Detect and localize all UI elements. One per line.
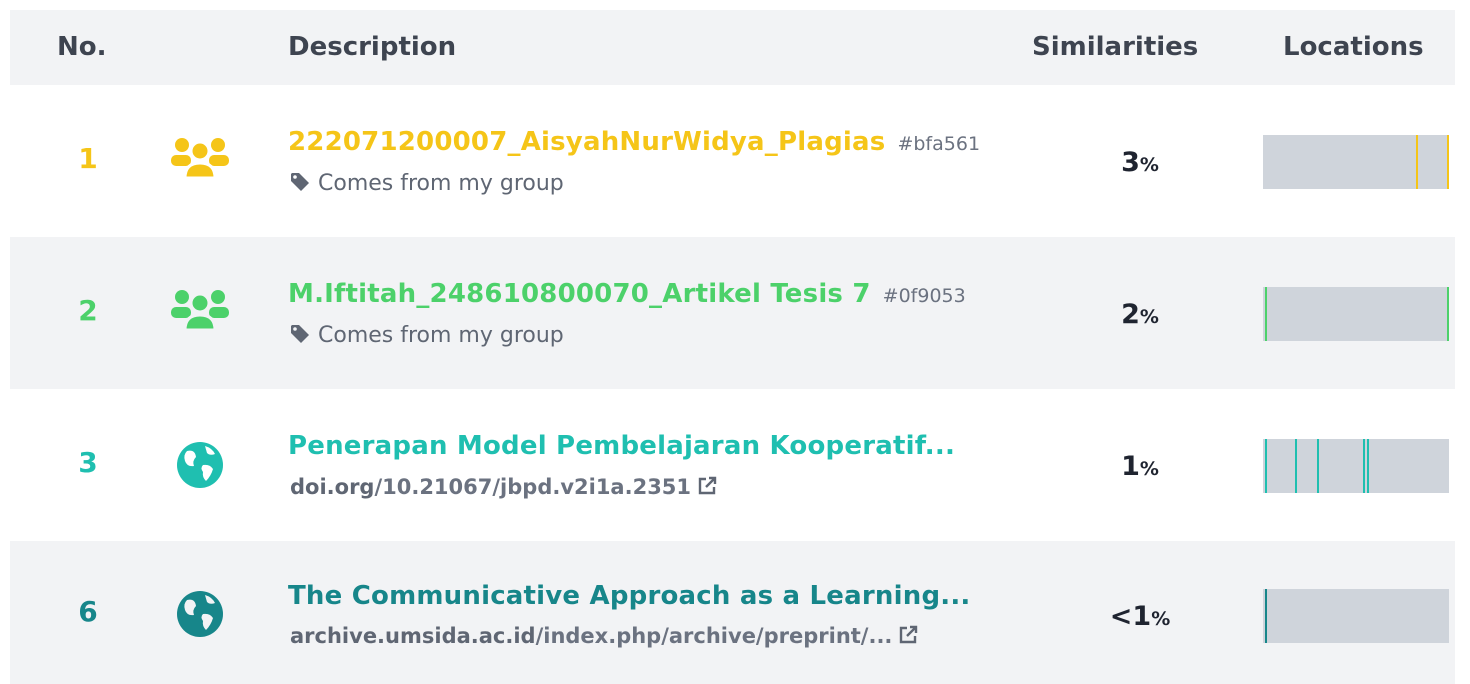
row-number: 6	[78, 595, 98, 628]
location-mark[interactable]	[1416, 135, 1418, 189]
location-mark[interactable]	[1317, 439, 1319, 493]
location-mark[interactable]	[1447, 135, 1449, 189]
row-number: 2	[78, 294, 98, 327]
location-mark[interactable]	[1265, 439, 1267, 493]
similarity-number: 3	[1121, 147, 1140, 178]
source-title-link[interactable]: Penerapan Model Pembelajaran Kooperatif.…	[288, 431, 955, 461]
table-row[interactable]: 1 222071200007_AisyahNurWidya_Plagias #bf…	[10, 85, 1455, 237]
external-link-icon[interactable]	[697, 476, 717, 496]
source-title-link[interactable]: 222071200007_AisyahNurWidya_Plagias #bfa5…	[288, 127, 980, 157]
table-row[interactable]: 6 The Communicative Approach as a Learni…	[10, 541, 1455, 684]
tag-icon	[291, 325, 309, 343]
group-icon	[165, 133, 235, 193]
row-number: 3	[78, 446, 98, 479]
similarity-value: 1%	[1050, 451, 1230, 482]
header-description: Description	[288, 32, 457, 62]
row-number: 1	[78, 142, 98, 175]
location-mark[interactable]	[1367, 439, 1369, 493]
globe-icon	[165, 437, 235, 497]
location-bar[interactable]	[1263, 439, 1449, 493]
percent-sign: %	[1139, 458, 1159, 480]
group-icon	[165, 285, 235, 345]
location-mark[interactable]	[1265, 589, 1267, 643]
url-path[interactable]: /index.php/archive/preprint/...	[536, 624, 893, 648]
origin-label: Comes from my group	[318, 323, 564, 348]
url-domain[interactable]: doi.org	[290, 475, 374, 499]
location-mark[interactable]	[1295, 439, 1297, 493]
tag-icon	[291, 173, 309, 191]
percent-sign: %	[1151, 608, 1171, 630]
source-hash: #bfa561	[897, 133, 981, 155]
header-similarities: Similarities	[1032, 32, 1199, 62]
external-link-icon[interactable]	[898, 625, 918, 645]
similarity-number: 2	[1121, 299, 1140, 330]
similarity-number: 1	[1121, 451, 1140, 482]
similarity-number: <1	[1109, 601, 1152, 632]
table-header: No. Description Similarities Locations	[10, 10, 1455, 85]
location-bar[interactable]	[1263, 135, 1449, 189]
origin-label: Comes from my group	[318, 171, 564, 196]
url-path[interactable]: /10.21067/jbpd.v2i1a.2351	[374, 475, 691, 499]
source-origin: Comes from my group	[290, 171, 564, 196]
table-row[interactable]: 3 Penerapan Model Pembelajaran Kooperati…	[10, 389, 1455, 541]
source-title[interactable]: M.Iftitah_248610800070_Artikel Tesis 7	[288, 279, 871, 309]
source-title[interactable]: Penerapan Model Pembelajaran Kooperatif.…	[288, 431, 955, 461]
header-locations: Locations	[1283, 32, 1424, 62]
url-domain[interactable]: archive.umsida.ac.id	[290, 624, 536, 648]
source-hash: #0f9053	[882, 285, 966, 307]
source-title[interactable]: The Communicative Approach as a Learning…	[288, 581, 970, 611]
source-title[interactable]: 222071200007_AisyahNurWidya_Plagias	[288, 127, 885, 157]
source-url-link[interactable]: doi.org/10.21067/jbpd.v2i1a.2351	[290, 475, 717, 499]
source-title-link[interactable]: The Communicative Approach as a Learning…	[288, 581, 970, 611]
location-mark[interactable]	[1363, 439, 1365, 493]
source-url-link[interactable]: archive.umsida.ac.id/index.php/archive/p…	[290, 624, 918, 648]
table-row[interactable]: 2 M.Iftitah_248610800070_Artikel Tesis 7…	[10, 237, 1455, 389]
header-no: No.	[57, 32, 107, 62]
location-bar[interactable]	[1263, 287, 1449, 341]
percent-sign: %	[1139, 154, 1159, 176]
source-origin: Comes from my group	[290, 323, 564, 348]
similarity-value: 2%	[1050, 299, 1230, 330]
globe-icon	[165, 586, 235, 646]
source-title-link[interactable]: M.Iftitah_248610800070_Artikel Tesis 7 #0…	[288, 279, 966, 309]
location-mark[interactable]	[1265, 287, 1267, 341]
similarity-value: <1%	[1050, 601, 1230, 632]
similarity-value: 3%	[1050, 147, 1230, 178]
percent-sign: %	[1139, 306, 1159, 328]
location-mark[interactable]	[1447, 287, 1449, 341]
location-bar[interactable]	[1263, 589, 1449, 643]
